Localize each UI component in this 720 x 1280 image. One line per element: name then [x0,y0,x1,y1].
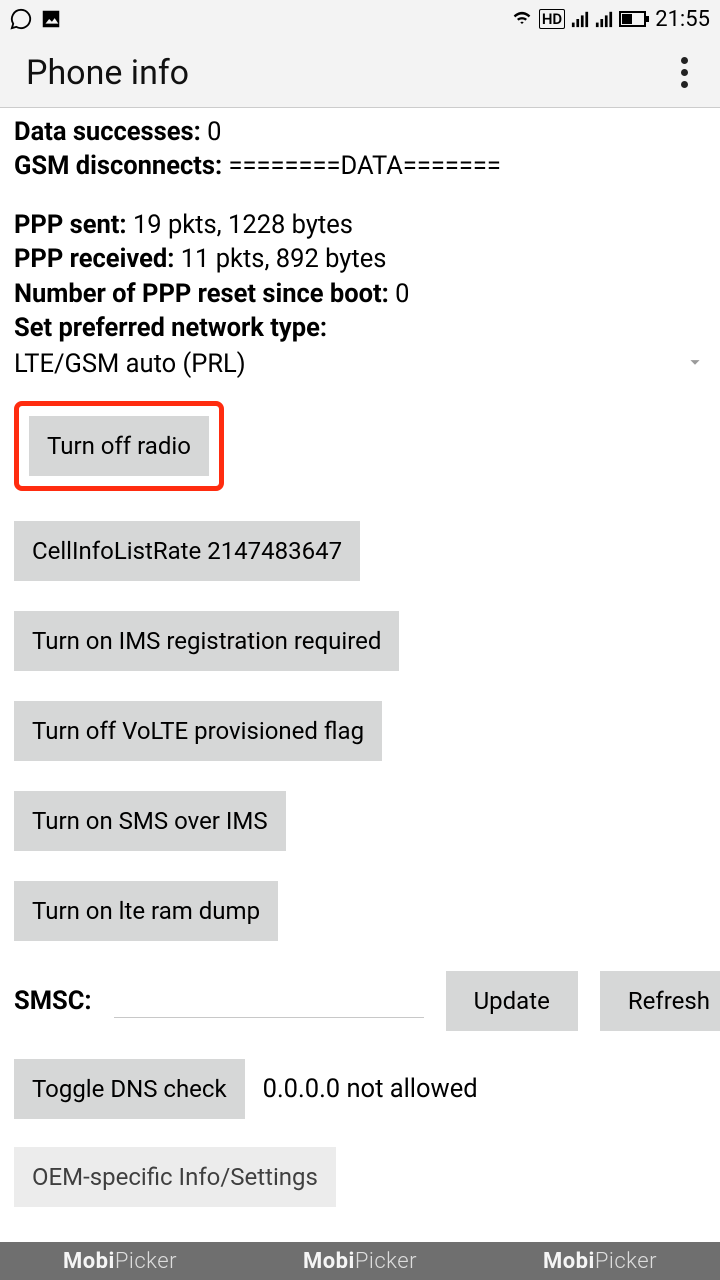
smsc-input[interactable] [114,984,424,1018]
dns-row: Toggle DNS check 0.0.0.0 not allowed [14,1059,706,1119]
ppp-reset-value: 0 [395,279,409,309]
hd-icon: HD [539,9,565,29]
app-bar: Phone info [0,38,720,108]
data-successes-label: Data successes: [14,117,201,147]
overflow-menu-icon[interactable] [671,47,698,98]
data-successes-line: Data successes: 0 [14,116,706,149]
highlight-box: Turn off radio [14,401,224,491]
wifi-icon [511,9,533,29]
clock-text: 21:55 [655,7,710,32]
watermark-bar: MobiPicker MobiPicker MobiPicker [0,1242,720,1280]
sms-ims-button[interactable]: Turn on SMS over IMS [14,791,286,851]
status-bar: HD 21:55 [0,0,720,38]
preferred-type-line: Set preferred network type: [14,312,706,345]
dns-status-text: 0.0.0.0 not allowed [263,1074,478,1104]
network-type-value: LTE/GSM auto (PRL) [14,349,246,379]
ppp-sent-value: 19 pkts, 1228 bytes [133,210,353,240]
ims-registration-button[interactable]: Turn on IMS registration required [14,611,399,671]
status-right-icons: HD 21:55 [511,7,710,32]
ppp-received-value: 11 pkts, 892 bytes [181,244,387,274]
network-type-spinner[interactable]: LTE/GSM auto (PRL) [14,349,706,379]
whatsapp-icon [10,8,32,30]
ppp-sent-line: PPP sent: 19 pkts, 1228 bytes [14,209,706,242]
ppp-received-label: PPP received: [14,244,174,274]
refresh-button[interactable]: Refresh [600,971,720,1031]
lte-ram-dump-button[interactable]: Turn on lte ram dump [14,881,278,941]
update-button[interactable]: Update [446,971,578,1031]
battery-icon [619,11,649,27]
gsm-disconnects-value: ========DATA======= [229,151,501,181]
watermark-item: MobiPicker [303,1249,417,1274]
data-successes-value: 0 [207,117,221,147]
page-title: Phone info [26,53,189,93]
toggle-dns-button[interactable]: Toggle DNS check [14,1059,245,1119]
turn-off-radio-button[interactable]: Turn off radio [29,416,209,476]
oem-info-button[interactable]: OEM-specific Info/Settings [14,1147,336,1207]
picture-icon [40,8,62,30]
ppp-reset-line: Number of PPP reset since boot: 0 [14,278,706,311]
cell-info-button[interactable]: CellInfoListRate 2147483647 [14,521,360,581]
ppp-received-line: PPP received: 11 pkts, 892 bytes [14,243,706,276]
signal1-icon [571,10,589,28]
signal2-icon [595,10,613,28]
volte-flag-button[interactable]: Turn off VoLTE provisioned flag [14,701,382,761]
smsc-label: SMSC: [14,986,92,1016]
watermark-item: MobiPicker [543,1249,657,1274]
content-area: Data successes: 0 GSM disconnects: =====… [0,108,720,1207]
ppp-reset-label: Number of PPP reset since boot: [14,279,389,309]
gsm-disconnects-line: GSM disconnects: ========DATA======= [14,150,706,183]
gsm-disconnects-label: GSM disconnects: [14,151,222,181]
status-left-icons [10,8,62,30]
smsc-row: SMSC: Update Refresh [14,971,706,1031]
watermark-item: MobiPicker [63,1249,177,1274]
chevron-down-icon [684,351,706,377]
ppp-sent-label: PPP sent: [14,210,127,240]
preferred-type-label: Set preferred network type: [14,313,327,343]
